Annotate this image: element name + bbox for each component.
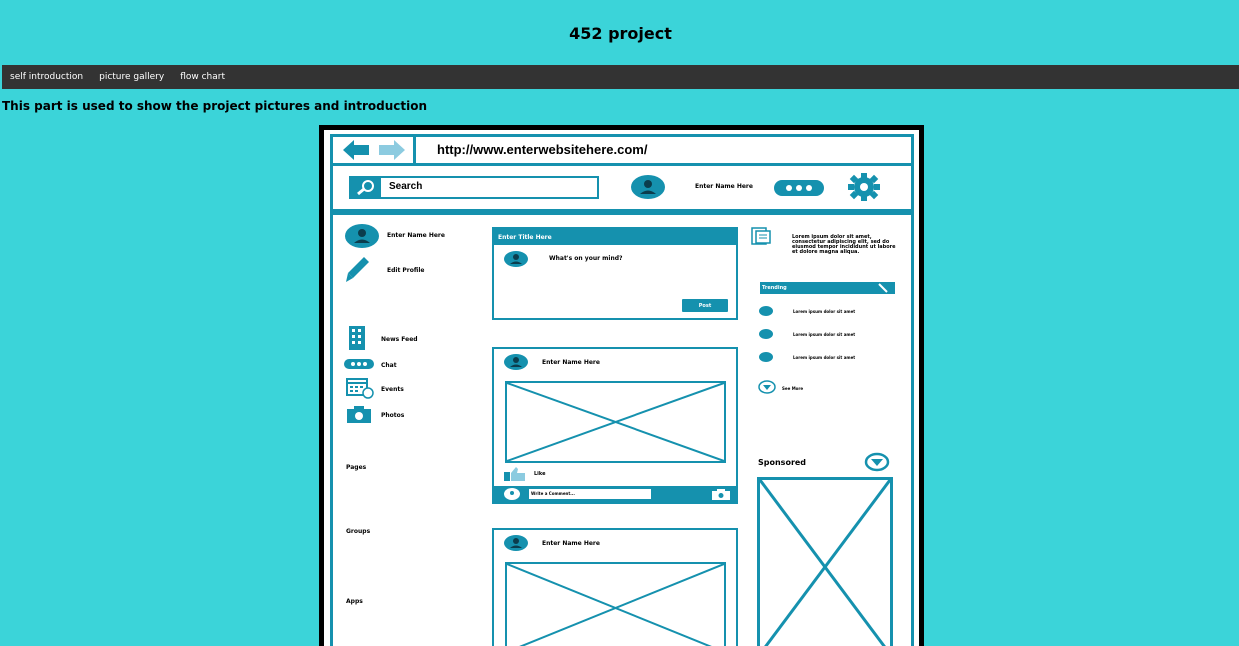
avatar-icon xyxy=(631,175,665,199)
composer-card: Enter Title Here What's on your mind? Po… xyxy=(492,227,738,320)
post-card: Enter Name Here Like Write a Comment... xyxy=(492,347,738,504)
trending-item: Lorem ipsum dolor sit amet xyxy=(793,332,856,337)
mockup-url-bar: http://www.enterwebsitehere.com/ xyxy=(330,134,914,166)
sidebar-item-events: Events xyxy=(381,386,404,393)
document-icon xyxy=(751,227,771,245)
site-title: 452 project xyxy=(569,24,672,43)
trending-item: Lorem ipsum dolor sit amet xyxy=(793,309,856,314)
thumbs-up-icon xyxy=(504,467,525,481)
mockup-header-name: Enter Name Here xyxy=(695,183,753,190)
site-header: 452 project xyxy=(2,3,1239,64)
search-icon xyxy=(351,178,381,197)
sponsored-label: Sponsored xyxy=(758,458,807,467)
comment-bar: Write a Comment... xyxy=(494,486,736,502)
mockup-canvas: http://www.enterwebsitehere.com/ Search xyxy=(324,130,919,646)
trending-dot xyxy=(759,306,773,316)
avatar-icon xyxy=(504,251,528,267)
post-author-name: Enter Name Here xyxy=(542,359,600,366)
mockup-search-header: Search Enter Name Here xyxy=(330,168,914,212)
url-divider xyxy=(413,137,416,163)
image-placeholder xyxy=(505,562,726,646)
avatar-icon xyxy=(504,488,520,500)
trending-dot xyxy=(759,329,773,339)
nav-self-introduction[interactable]: self introduction xyxy=(10,72,83,82)
image-placeholder xyxy=(505,381,726,463)
chevron-down-icon xyxy=(864,452,890,472)
avatar-icon xyxy=(504,354,528,370)
trending-header: Trending xyxy=(760,282,895,294)
nav-flow-chart[interactable]: flow chart xyxy=(180,72,225,82)
sponsored-ad-placeholder xyxy=(757,477,893,646)
sidebar-edit-profile: Edit Profile xyxy=(387,267,425,274)
pin-icon xyxy=(878,283,888,293)
mockup-search-label: Search xyxy=(389,181,423,192)
post-card: Enter Name Here xyxy=(492,528,738,646)
sidebar-section-apps: Apps xyxy=(346,598,363,605)
nav-picture-gallery[interactable]: picture gallery xyxy=(99,72,164,82)
like-label: Like xyxy=(534,471,546,477)
trending-item: Lorem ipsum dolor sit amet xyxy=(793,355,856,360)
mockup-right-border xyxy=(911,166,914,646)
project-mockup-image: http://www.enterwebsitehere.com/ Search xyxy=(319,125,924,646)
mockup-url-text: http://www.enterwebsitehere.com/ xyxy=(437,142,648,157)
trending-dot xyxy=(759,352,773,362)
intro-text: This part is used to show the project pi… xyxy=(2,99,428,113)
chevron-down-icon xyxy=(758,380,776,394)
gear-icon xyxy=(848,173,880,201)
camera-icon xyxy=(347,406,371,423)
camera-icon xyxy=(712,489,730,500)
post-author-name: Enter Name Here xyxy=(542,540,600,547)
composer-title: Enter Title Here xyxy=(494,229,736,245)
sidebar-item-news-feed: News Feed xyxy=(381,336,418,343)
sidebar-item-chat: Chat xyxy=(381,362,397,369)
mockup-search-box: Search xyxy=(349,176,599,199)
trending-label: Trending xyxy=(762,285,787,291)
site-nav: self introduction picture gallery flow c… xyxy=(2,65,1239,89)
avatar-icon xyxy=(345,224,379,248)
mockup-body-divider xyxy=(330,212,914,215)
comment-field: Write a Comment... xyxy=(529,489,651,499)
pencil-icon xyxy=(346,257,369,282)
mockup-left-border xyxy=(330,166,333,646)
chat-bubble-icon xyxy=(774,180,824,196)
chat-icon xyxy=(344,359,374,369)
sidebar-item-photos: Photos xyxy=(381,412,405,419)
sidebar-profile-name: Enter Name Here xyxy=(387,232,445,239)
composer-prompt: What's on your mind? xyxy=(549,255,623,262)
arrow-right-icon xyxy=(379,140,405,160)
newspaper-icon xyxy=(349,326,365,350)
lorem-text: Lorem ipsum dolor sit amet, consectetur … xyxy=(792,234,896,255)
see-more-link: See More xyxy=(782,386,804,391)
calendar-icon xyxy=(346,378,374,399)
sidebar-section-pages: Pages xyxy=(346,464,367,471)
sidebar-section-groups: Groups xyxy=(346,528,371,535)
post-button: Post xyxy=(682,299,728,312)
avatar-icon xyxy=(504,535,528,551)
arrow-left-icon xyxy=(343,140,405,160)
